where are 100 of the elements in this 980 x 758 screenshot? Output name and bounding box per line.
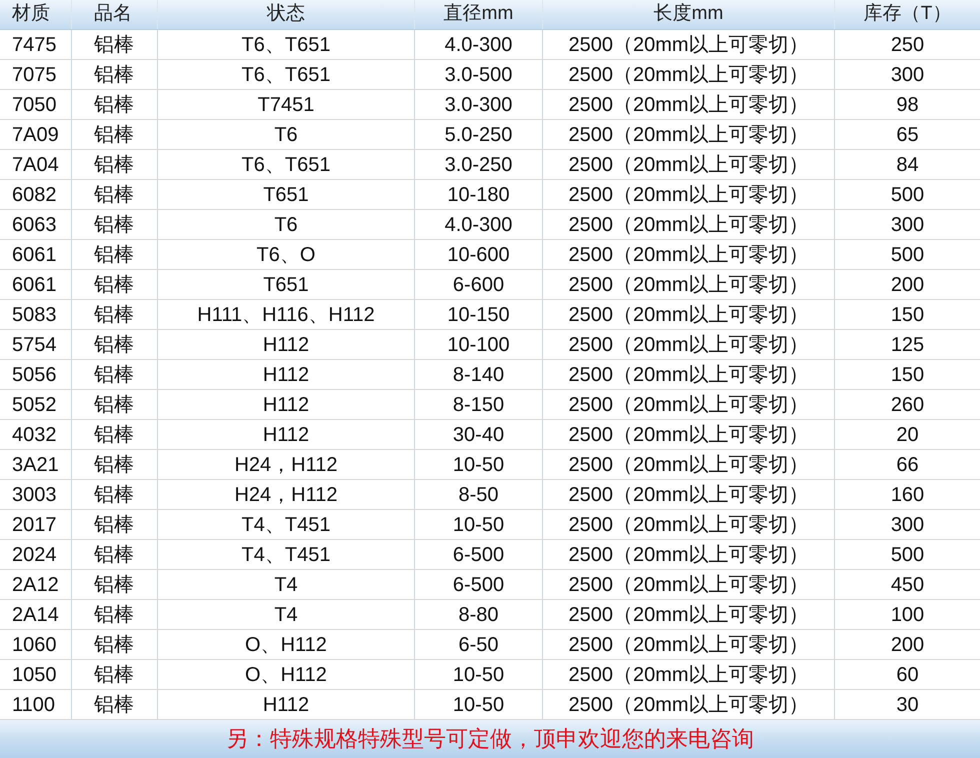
- table-cell: 2500（20mm以上可零切）: [543, 180, 835, 209]
- table-cell: 铝棒: [72, 540, 158, 569]
- table-cell: 2500（20mm以上可零切）: [543, 330, 835, 359]
- table-cell: 2500（20mm以上可零切）: [543, 270, 835, 299]
- table-cell: 4.0-300: [415, 30, 543, 59]
- table-cell: 1060: [0, 630, 72, 659]
- table-cell: 铝棒: [72, 450, 158, 479]
- table-cell: 8-80: [415, 600, 543, 629]
- table-cell: H24，H112: [158, 450, 415, 479]
- table-cell: 3A21: [0, 450, 72, 479]
- column-header: 状态: [158, 0, 415, 29]
- table-cell-text: 20: [895, 422, 920, 448]
- table-cell: 2500（20mm以上可零切）: [543, 690, 835, 719]
- table-cell-text: 100: [890, 602, 926, 628]
- table-cell: 10-180: [415, 180, 543, 209]
- table-cell: 2500（20mm以上可零切）: [543, 210, 835, 239]
- table-cell-text: 98: [895, 92, 920, 118]
- table-cell: 铝棒: [72, 390, 158, 419]
- table-cell: 7050: [0, 90, 72, 119]
- table-cell: 2500（20mm以上可零切）: [543, 450, 835, 479]
- table-cell: 2500（20mm以上可零切）: [543, 60, 835, 89]
- table-cell-text: 300: [890, 62, 926, 88]
- table-cell: T4、T451: [158, 540, 415, 569]
- table-cell: 6-500: [415, 570, 543, 599]
- table-cell: T6、T651: [158, 150, 415, 179]
- column-header: 材质: [0, 0, 72, 29]
- table-cell: 铝棒: [72, 90, 158, 119]
- table-cell: 2500（20mm以上可零切）: [543, 660, 835, 689]
- table-cell: 铝棒: [72, 60, 158, 89]
- table-cell: 2500（20mm以上可零切）: [543, 390, 835, 419]
- table-cell-text: 500: [890, 242, 926, 268]
- table-cell: T4: [158, 570, 415, 599]
- table-cell: H112: [158, 420, 415, 449]
- table-cell: 铝棒: [72, 660, 158, 689]
- table-cell: 铝棒: [72, 210, 158, 239]
- table-cell: 10-50: [415, 450, 543, 479]
- table-cell: 铝棒: [72, 240, 158, 269]
- table-cell: 2500（20mm以上可零切）: [543, 90, 835, 119]
- table-cell: 6061: [0, 270, 72, 299]
- table-cell-text: 500: [890, 542, 926, 568]
- column-header: 长度mm: [543, 0, 835, 29]
- table-cell: H112: [158, 690, 415, 719]
- table-cell-text: 30: [895, 692, 920, 718]
- table-cell: T4: [158, 600, 415, 629]
- table-cell: O、H112: [158, 630, 415, 659]
- table-cell: 5.0-250: [415, 120, 543, 149]
- table-cell: 铝棒: [72, 420, 158, 449]
- table-cell: 6063: [0, 210, 72, 239]
- table-cell: 2A14: [0, 600, 72, 629]
- table-cell: T6: [158, 120, 415, 149]
- table-cell: 6-500: [415, 540, 543, 569]
- table-cell: 10-50: [415, 660, 543, 689]
- table-cell: 4032: [0, 420, 72, 449]
- table-cell: 铝棒: [72, 570, 158, 599]
- table-cell: 2500（20mm以上可零切）: [543, 120, 835, 149]
- table-cell: 3003: [0, 480, 72, 509]
- column-header: 品名: [72, 0, 158, 29]
- table-cell: 6082: [0, 180, 72, 209]
- table-cell: 2500（20mm以上可零切）: [543, 600, 835, 629]
- table-cell: 10-100: [415, 330, 543, 359]
- table-cell: 2017: [0, 510, 72, 539]
- table-cell: 7A04: [0, 150, 72, 179]
- table-cell-text: 150: [890, 362, 926, 388]
- table-cell: T6: [158, 210, 415, 239]
- table-cell-text: 250: [890, 32, 926, 58]
- table-cell: 铝棒: [72, 30, 158, 59]
- table-cell: 10-50: [415, 690, 543, 719]
- table-cell: 10-50: [415, 510, 543, 539]
- table-cell: H111、H116、H112: [158, 300, 415, 329]
- table-cell-text: 60: [895, 662, 920, 688]
- table-cell: 铝棒: [72, 360, 158, 389]
- table-cell-text: 150: [890, 302, 926, 328]
- table-cell: 铝棒: [72, 630, 158, 659]
- table-cell: 铝棒: [72, 480, 158, 509]
- table-cell: 2500（20mm以上可零切）: [543, 510, 835, 539]
- table-cell: H112: [158, 390, 415, 419]
- table-cell: 8-140: [415, 360, 543, 389]
- table-cell: 8-50: [415, 480, 543, 509]
- table-cell-text: 200: [890, 632, 926, 658]
- table-cell: 2500（20mm以上可零切）: [543, 480, 835, 509]
- table-cell: 1100: [0, 690, 72, 719]
- table-cell: 6-600: [415, 270, 543, 299]
- table-cell-text: 66: [895, 452, 920, 478]
- table-cell: 5083: [0, 300, 72, 329]
- table-cell: 30-40: [415, 420, 543, 449]
- table-cell: T6、T651: [158, 30, 415, 59]
- table-cell: 10-600: [415, 240, 543, 269]
- table-cell: 铝棒: [72, 270, 158, 299]
- table-cell: 3.0-500: [415, 60, 543, 89]
- table-cell: 7475: [0, 30, 72, 59]
- table-cell: T7451: [158, 90, 415, 119]
- table-cell: T6、T651: [158, 60, 415, 89]
- table-cell: 2500（20mm以上可零切）: [543, 240, 835, 269]
- table-cell-text: 300: [890, 512, 926, 538]
- table-cell: 6-50: [415, 630, 543, 659]
- table-cell: 3.0-300: [415, 90, 543, 119]
- table-cell-text: 500: [890, 182, 926, 208]
- table-cell: 2500（20mm以上可零切）: [543, 150, 835, 179]
- table-cell-text: 84: [895, 152, 920, 178]
- table-cell: 铝棒: [72, 690, 158, 719]
